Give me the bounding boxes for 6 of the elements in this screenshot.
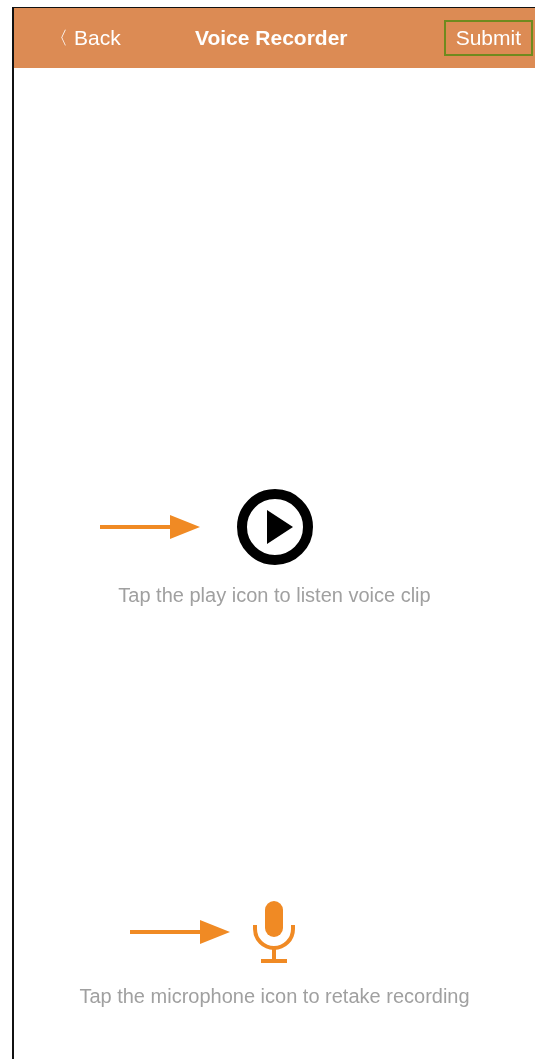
hint-text: Tap the microphone icon to retake recording xyxy=(79,985,470,1008)
back-button[interactable]: 〈 Back xyxy=(50,26,150,50)
play-icon[interactable] xyxy=(235,488,314,566)
screen-title: Voice Recorder xyxy=(195,26,348,50)
submit-button[interactable]: Submit xyxy=(443,20,533,56)
hint-text: Tap the play icon to listen voice clip xyxy=(118,584,431,607)
